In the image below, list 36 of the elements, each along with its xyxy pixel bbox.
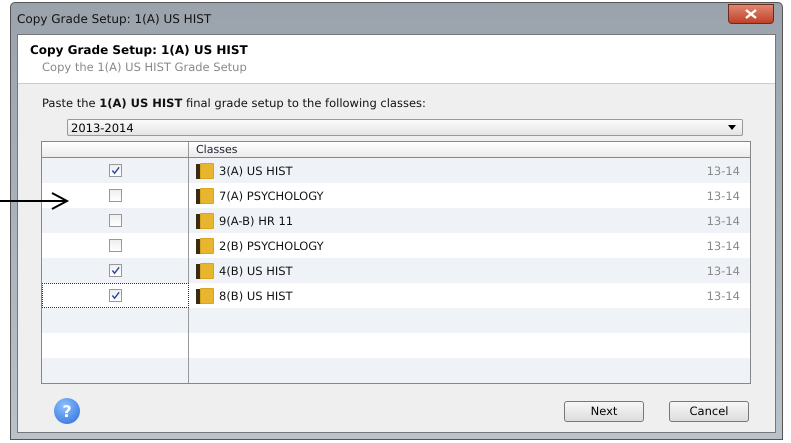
book-icon: [196, 238, 214, 254]
dialog-subtitle: Copy the 1(A) US HIST Grade Setup: [42, 60, 248, 74]
school-year: 13-14: [706, 188, 740, 202]
class-name: 9(A-B) HR 11: [219, 214, 294, 228]
checkbox[interactable]: [108, 189, 122, 202]
school-year: 13-14: [706, 288, 740, 302]
class-name: 3(A) US HIST: [219, 164, 294, 178]
close-button[interactable]: [728, 4, 774, 24]
checkbox[interactable]: [108, 239, 122, 252]
checkbox[interactable]: [108, 264, 122, 277]
close-icon: [745, 8, 757, 18]
school-year: 13-14: [706, 164, 740, 178]
window-title: Copy Grade Setup: 1(A) US HIST: [17, 12, 212, 26]
checkbox[interactable]: [108, 214, 122, 227]
book-icon: [196, 288, 214, 304]
book-icon: [196, 162, 214, 178]
dialog-heading: Copy Grade Setup: 1(A) US HIST: [30, 43, 249, 57]
book-icon: [196, 188, 214, 204]
class-name: 2(B) PSYCHOLOGY: [219, 238, 325, 252]
instruction-text: Paste the 1(A) US HIST final grade setup to the following classes:: [42, 96, 427, 110]
school-year: 13-14: [706, 264, 740, 278]
school-year: 13-14: [706, 238, 740, 252]
class-name: 7(A) PSYCHOLOGY: [219, 188, 325, 202]
checkbox[interactable]: [109, 289, 122, 302]
checkbox[interactable]: [108, 164, 122, 177]
class-name: 8(B) US HIST: [219, 288, 294, 302]
class-name: 4(B) US HIST: [219, 264, 294, 278]
dialog-button[interactable]: Cancel: [669, 400, 749, 422]
dialog-button[interactable]: Next: [564, 400, 644, 422]
year-dropdown[interactable]: 2013-2014: [67, 119, 743, 136]
book-icon: [196, 262, 214, 278]
dropdown-arrow-icon: [728, 125, 736, 130]
arrow: [0, 190, 70, 212]
book-icon: [196, 212, 214, 228]
column-header: Classes: [196, 143, 238, 156]
school-year: 13-14: [706, 214, 740, 228]
